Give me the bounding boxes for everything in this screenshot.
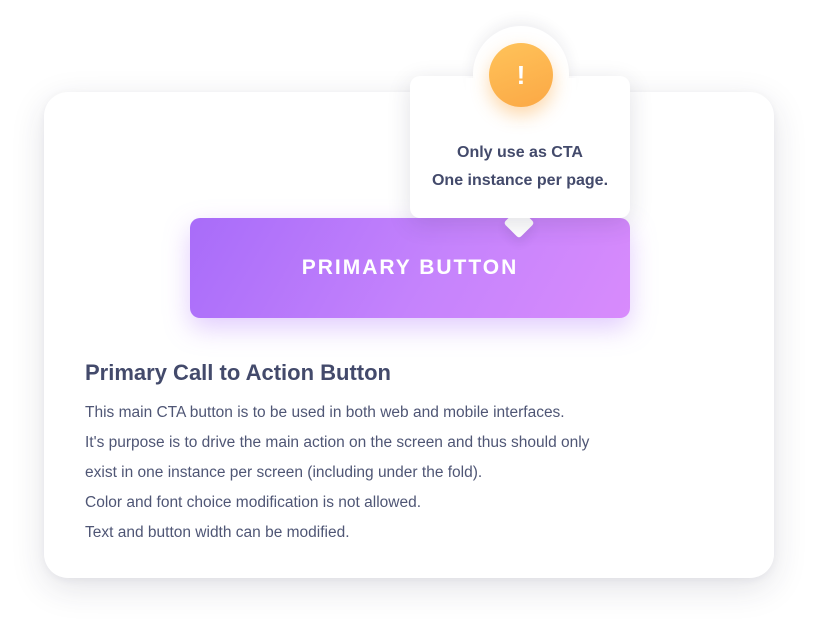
exclamation-glyph: ! xyxy=(516,59,526,90)
description-line: exist in one instance per screen (includ… xyxy=(85,464,483,481)
tooltip-text: Only use as CTA One instance per page. xyxy=(410,139,630,195)
primary-button[interactable]: PRIMARY BUTTON xyxy=(190,218,630,318)
description-line: Text and button width can be modified. xyxy=(85,524,350,541)
section-title: Primary Call to Action Button xyxy=(85,360,391,385)
description-line: It's purpose is to drive the main action… xyxy=(85,434,590,451)
section-description: This main CTA button is to be used in bo… xyxy=(85,398,745,548)
description-line: This main CTA button is to be used in bo… xyxy=(85,404,565,421)
tooltip-line-1: Only use as CTA xyxy=(457,144,583,161)
stage: PRIMARY BUTTON ! Only use as CTA One ins… xyxy=(0,0,818,634)
exclamation-icon: ! xyxy=(489,43,553,107)
description-line: Color and font choice modification is no… xyxy=(85,494,422,511)
tooltip-line-2: One instance per page. xyxy=(431,172,609,189)
